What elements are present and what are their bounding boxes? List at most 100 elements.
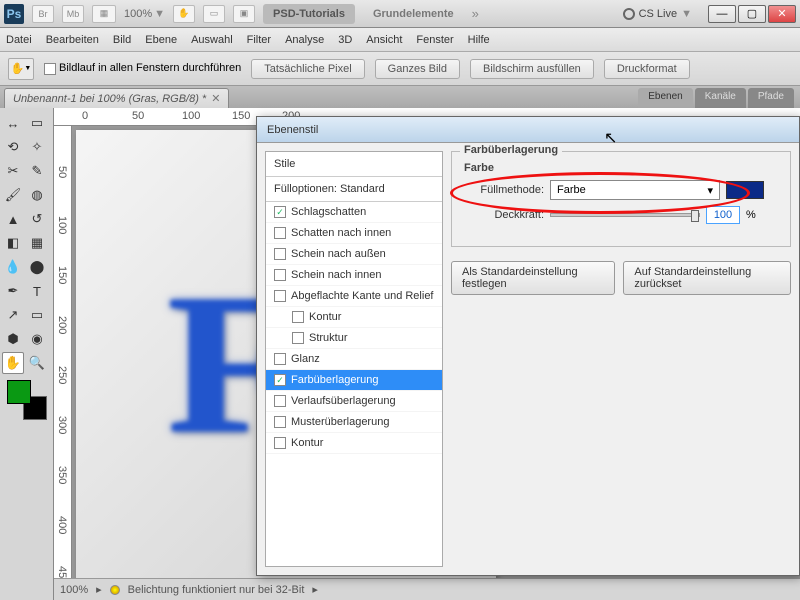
style-item-10[interactable]: Musterüberlagerung [266,412,442,433]
fit-screen-button[interactable]: Ganzes Bild [375,59,460,79]
opacity-input[interactable]: 100 [706,206,740,224]
layer-style-dialog: Ebenenstil Stile Fülloptionen: Standard … [256,116,800,576]
status-zoom[interactable]: 100% [60,584,88,596]
close-button[interactable]: ✕ [768,5,796,23]
menu-bearbeiten[interactable]: Bearbeiten [46,34,99,46]
brush-tool[interactable]: 🖌 [2,184,24,206]
style-item-1[interactable]: Schatten nach innen [266,223,442,244]
tab-pfade[interactable]: Pfade [748,88,794,110]
dodge-tool[interactable]: ⬤ [26,256,48,278]
menu-ansicht[interactable]: Ansicht [366,34,402,46]
style-item-8[interactable]: ✓Farbüberlagerung [266,370,442,391]
lasso-tool[interactable]: ⟲ [2,136,24,158]
style-item-2[interactable]: Schein nach außen [266,244,442,265]
crop-tool[interactable]: ✂ [2,160,24,182]
style-checkbox[interactable] [274,290,286,302]
zoom-select[interactable]: 100%▼ [124,8,165,20]
gradient-tool[interactable]: ▦ [26,232,48,254]
style-checkbox[interactable]: ✓ [274,374,286,386]
view-icon[interactable]: ▭ [203,5,225,23]
more-workspaces-icon[interactable]: » [472,6,479,21]
actual-pixels-button[interactable]: Tatsächliche Pixel [251,59,364,79]
screen-icon[interactable]: ▣ [233,5,255,23]
menu-bild[interactable]: Bild [113,34,131,46]
marquee-tool[interactable]: ▭ [26,112,48,134]
style-label: Schein nach außen [291,248,386,260]
scroll-all-checkbox[interactable]: Bildlauf in allen Fenstern durchführen [44,62,241,74]
style-checkbox[interactable] [274,395,286,407]
menu-auswahl[interactable]: Auswahl [191,34,233,46]
fill-options-header[interactable]: Fülloptionen: Standard [266,177,442,202]
history-tool[interactable]: ↺ [26,208,48,230]
color-swatches[interactable] [7,380,47,420]
blur-tool[interactable]: 💧 [2,256,24,278]
fill-screen-button[interactable]: Bildschirm ausfüllen [470,59,594,79]
stamp-tool[interactable]: ▲ [2,208,24,230]
style-item-11[interactable]: Kontur [266,433,442,454]
close-tab-icon[interactable]: ✕ [211,92,220,105]
style-checkbox[interactable] [274,416,286,428]
path-tool[interactable]: ↗ [2,304,24,326]
menu-filter[interactable]: Filter [247,34,271,46]
minimize-button[interactable]: — [708,5,736,23]
wand-tool[interactable]: ✧ [26,136,48,158]
zoom-tool[interactable]: 🔍 [26,352,48,374]
style-item-4[interactable]: Abgeflachte Kante und Relief [266,286,442,307]
style-list: Stile Fülloptionen: Standard ✓Schlagscha… [265,151,443,567]
eraser-tool[interactable]: ◧ [2,232,24,254]
pen-tool[interactable]: ✒ [2,280,24,302]
style-item-5[interactable]: Kontur [266,307,442,328]
style-item-7[interactable]: Glanz [266,349,442,370]
minibridge-button[interactable]: Mb [62,5,84,23]
bridge-button[interactable]: Br [32,5,54,23]
3d-cam-tool[interactable]: ◉ [26,328,48,350]
style-checkbox[interactable] [274,227,286,239]
style-checkbox[interactable] [274,269,286,281]
style-item-0[interactable]: ✓Schlagschatten [266,202,442,223]
eyedropper-tool[interactable]: ✎ [26,160,48,182]
reset-default-button[interactable]: Auf Standardeinstellung zurückset [623,261,791,295]
document-tab[interactable]: Unbenannt-1 bei 100% (Gras, RGB/8) * ✕ [4,88,229,108]
blend-mode-dropdown[interactable]: Farbe▾ [550,180,720,200]
hand-icon[interactable]: ✋ [173,5,195,23]
toolbox: ↔ ▭ ⟲ ✧ ✂ ✎ 🖌 ◍ ▲ ↺ ◧ ▦ 💧 ⬤ ✒ T ↗ ▭ ⬢ ◉ … [0,108,54,600]
style-item-3[interactable]: Schein nach innen [266,265,442,286]
3d-tool[interactable]: ⬢ [2,328,24,350]
style-checkbox[interactable] [292,332,304,344]
hand-tool[interactable]: ✋ [2,352,24,374]
overlay-color-chip[interactable] [726,181,764,199]
style-checkbox[interactable] [274,353,286,365]
shape-tool[interactable]: ▭ [26,304,48,326]
style-item-6[interactable]: Struktur [266,328,442,349]
layout-button[interactable]: ▦ [92,5,116,23]
fg-color-swatch[interactable] [7,380,31,404]
heal-tool[interactable]: ◍ [26,184,48,206]
tab-ebenen[interactable]: Ebenen [638,88,692,110]
move-tool[interactable]: ↔ [2,112,24,134]
style-checkbox[interactable]: ✓ [274,206,286,218]
style-checkbox[interactable] [274,437,286,449]
cs-live[interactable]: CS Live▼ [623,8,692,20]
dialog-title[interactable]: Ebenenstil [257,117,799,143]
menu-fenster[interactable]: Fenster [416,34,453,46]
maximize-button[interactable]: ▢ [738,5,766,23]
style-label: Kontur [309,311,341,323]
set-default-button[interactable]: Als Standardeinstellung festlegen [451,261,615,295]
type-tool[interactable]: T [26,280,48,302]
tab-kanaele[interactable]: Kanäle [695,88,746,110]
menu-datei[interactable]: Datei [6,34,32,46]
menu-analyse[interactable]: Analyse [285,34,324,46]
style-checkbox[interactable] [274,248,286,260]
workspace-psd-tutorials[interactable]: PSD-Tutorials [263,4,355,24]
style-checkbox[interactable] [292,311,304,323]
workspace-grundelemente[interactable]: Grundelemente [363,4,464,24]
hand-tool-icon[interactable]: ✋▼ [8,58,34,80]
print-size-button[interactable]: Druckformat [604,59,690,79]
menu-3d[interactable]: 3D [338,34,352,46]
opacity-slider[interactable] [550,213,700,217]
menu-hilfe[interactable]: Hilfe [468,34,490,46]
menu-ebene[interactable]: Ebene [145,34,177,46]
styles-header[interactable]: Stile [266,152,442,177]
menubar: Datei Bearbeiten Bild Ebene Auswahl Filt… [0,28,800,52]
style-item-9[interactable]: Verlaufsüberlagerung [266,391,442,412]
